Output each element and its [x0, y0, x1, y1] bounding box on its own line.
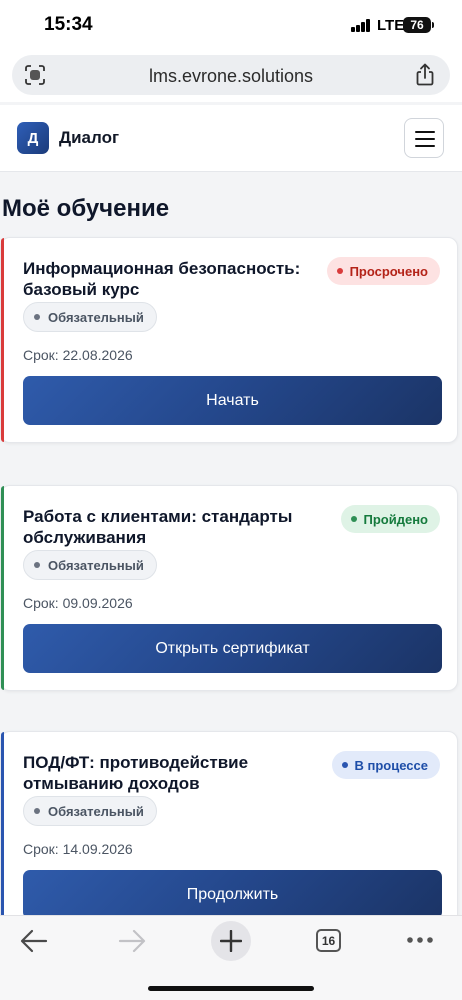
new-tab-button[interactable] — [211, 921, 251, 961]
status-badge: В процессе — [331, 751, 440, 779]
status-label: Пройдено — [363, 511, 429, 527]
status-label: В процессе — [354, 757, 428, 773]
status-dot — [336, 268, 343, 274]
status-badge: Пройдено — [340, 505, 440, 533]
address-bar[interactable]: lms.evrone.solutions — [12, 55, 450, 95]
hamburger-menu-button[interactable] — [404, 118, 444, 158]
required-badge: Обязательный — [23, 796, 157, 826]
required-dot — [34, 808, 40, 814]
app-logo[interactable]: Д — [17, 122, 49, 154]
browser-bar: lms.evrone.solutions — [0, 52, 462, 102]
card-status-accent — [1, 486, 4, 690]
course-card: Работа с клиентами: стандарты обслуживан… — [0, 485, 458, 691]
plus-icon — [220, 930, 242, 952]
cellular-signal-icon — [351, 19, 371, 32]
status-badge: Просрочено — [326, 257, 440, 285]
page-title: Моё обучение — [2, 195, 170, 222]
battery-icon: 76 — [403, 17, 431, 33]
continue-button[interactable]: Продолжить — [23, 870, 442, 919]
course-deadline: Срок: 14.09.2026 — [23, 841, 133, 857]
app-header: Д Диалог — [0, 105, 462, 172]
course-card: Информационная безопасность: базовый кур… — [0, 237, 458, 443]
course-title[interactable]: Информационная безопасность: базовый кур… — [23, 258, 318, 300]
required-badge: Обязательный — [23, 550, 157, 580]
status-label: Просрочено — [349, 263, 428, 279]
share-icon[interactable] — [414, 63, 436, 87]
status-time: 15:34 — [44, 14, 93, 35]
course-title[interactable]: ПОД/ФТ: противодействие отмыванию доходо… — [23, 752, 318, 794]
card-status-accent — [1, 238, 4, 442]
tabs-button[interactable]: 16 — [316, 929, 341, 952]
url-text: lms.evrone.solutions — [148, 66, 314, 86]
ellipsis-icon[interactable] — [406, 936, 434, 944]
required-dot — [34, 562, 40, 568]
network-type: LTE — [377, 17, 405, 34]
required-label: Обязательный — [48, 803, 144, 819]
required-badge: Обязательный — [23, 302, 157, 332]
course-deadline: Срок: 09.09.2026 — [23, 595, 133, 611]
required-label: Обязательный — [48, 557, 144, 573]
status-bar: 15:34 LTE 76 — [0, 0, 462, 52]
card-status-accent — [1, 732, 4, 936]
menu-icon — [415, 131, 435, 133]
required-dot — [34, 314, 40, 320]
battery-tip — [432, 22, 434, 28]
app-name[interactable]: Диалог — [59, 128, 119, 148]
open-certificate-button[interactable]: Открыть сертификат — [23, 624, 442, 673]
home-indicator — [148, 986, 314, 991]
course-card: ПОД/ФТ: противодействие отмыванию доходо… — [0, 731, 458, 937]
status-dot — [350, 516, 357, 522]
status-dot — [341, 762, 348, 768]
arrow-right-icon[interactable] — [118, 928, 146, 954]
course-deadline: Срок: 22.08.2026 — [23, 347, 133, 363]
required-label: Обязательный — [48, 309, 144, 325]
start-button[interactable]: Начать — [23, 376, 442, 425]
course-title[interactable]: Работа с клиентами: стандарты обслуживан… — [23, 506, 318, 548]
arrow-left-icon[interactable] — [20, 928, 48, 954]
